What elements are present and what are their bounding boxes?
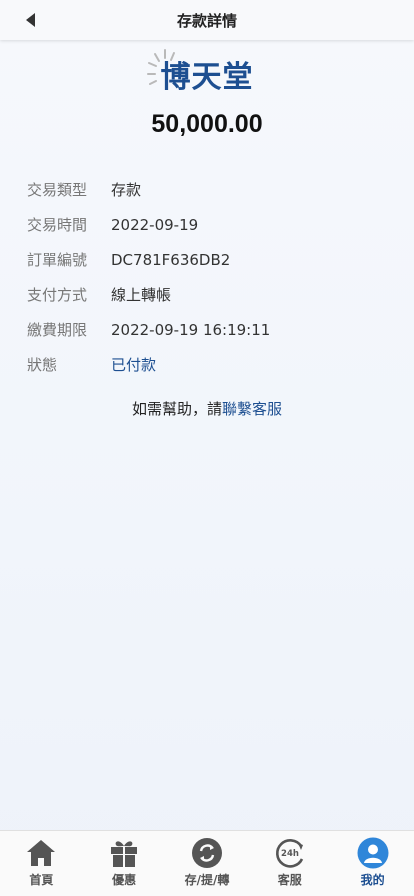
detail-value: 存款	[111, 181, 142, 199]
tab-label: 客服	[277, 873, 302, 887]
brand-logo: 博天堂	[0, 49, 414, 96]
header-bar: 存款詳情	[0, 0, 414, 40]
home-icon	[27, 840, 56, 866]
back-arrow-icon	[26, 13, 35, 27]
bottom-tab-bar: 首頁 優惠 存/提/轉 24h 客服 我的	[0, 830, 414, 896]
detail-row-deadline: 繳費期限 2022-09-19 16:19:11	[27, 312, 387, 347]
detail-row-time: 交易時間 2022-09-19	[27, 207, 387, 242]
gift-icon	[111, 841, 138, 867]
detail-value: 2022-09-19 16:19:11	[111, 320, 271, 339]
transaction-details: 交易類型 存款 交易時間 2022-09-19 訂單編號 DC781F636DB…	[27, 172, 387, 382]
detail-value: 線上轉帳	[111, 286, 172, 304]
detail-label: 狀態	[27, 356, 58, 374]
detail-row-payment-method: 支付方式 線上轉帳	[27, 277, 387, 312]
detail-value: DC781F636DB2	[111, 250, 231, 269]
detail-row-type: 交易類型 存款	[27, 172, 387, 207]
tab-label: 存/提/轉	[184, 873, 230, 887]
tab-deposit-withdraw-transfer[interactable]: 存/提/轉	[166, 837, 248, 888]
support-24h-icon: 24h	[275, 839, 303, 868]
detail-row-order-id: 訂單編號 DC781F636DB2	[27, 242, 387, 277]
detail-label: 交易類型	[27, 181, 88, 199]
back-button[interactable]	[14, 8, 46, 32]
tab-customer-service[interactable]: 24h 客服	[249, 837, 331, 888]
svg-text:24h: 24h	[281, 849, 299, 859]
tab-promotions[interactable]: 優惠	[83, 837, 165, 888]
detail-label: 繳費期限	[27, 321, 88, 339]
page-title: 存款詳情	[176, 11, 237, 30]
tab-my-account[interactable]: 我的	[332, 837, 414, 888]
user-icon	[357, 837, 389, 869]
refresh-icon	[191, 838, 222, 868]
help-prefix: 如需幫助，請	[131, 400, 222, 418]
tab-home[interactable]: 首頁	[0, 837, 82, 888]
contact-support-link[interactable]: 聯繫客服	[222, 400, 282, 418]
detail-label: 支付方式	[27, 286, 88, 304]
help-text: 如需幫助，請聯繫客服	[0, 398, 414, 419]
logo-text: 博天堂	[160, 60, 254, 95]
detail-value: 2022-09-19	[111, 215, 199, 234]
detail-label: 訂單編號	[27, 251, 88, 269]
detail-label: 交易時間	[27, 216, 88, 234]
tab-label: 優惠	[112, 873, 137, 887]
amount-display: 50,000.00	[151, 110, 263, 138]
status-value: 已付款	[111, 356, 157, 374]
tab-label: 我的	[360, 873, 385, 887]
tab-label: 首頁	[29, 873, 54, 887]
detail-row-status: 狀態 已付款	[27, 347, 387, 382]
